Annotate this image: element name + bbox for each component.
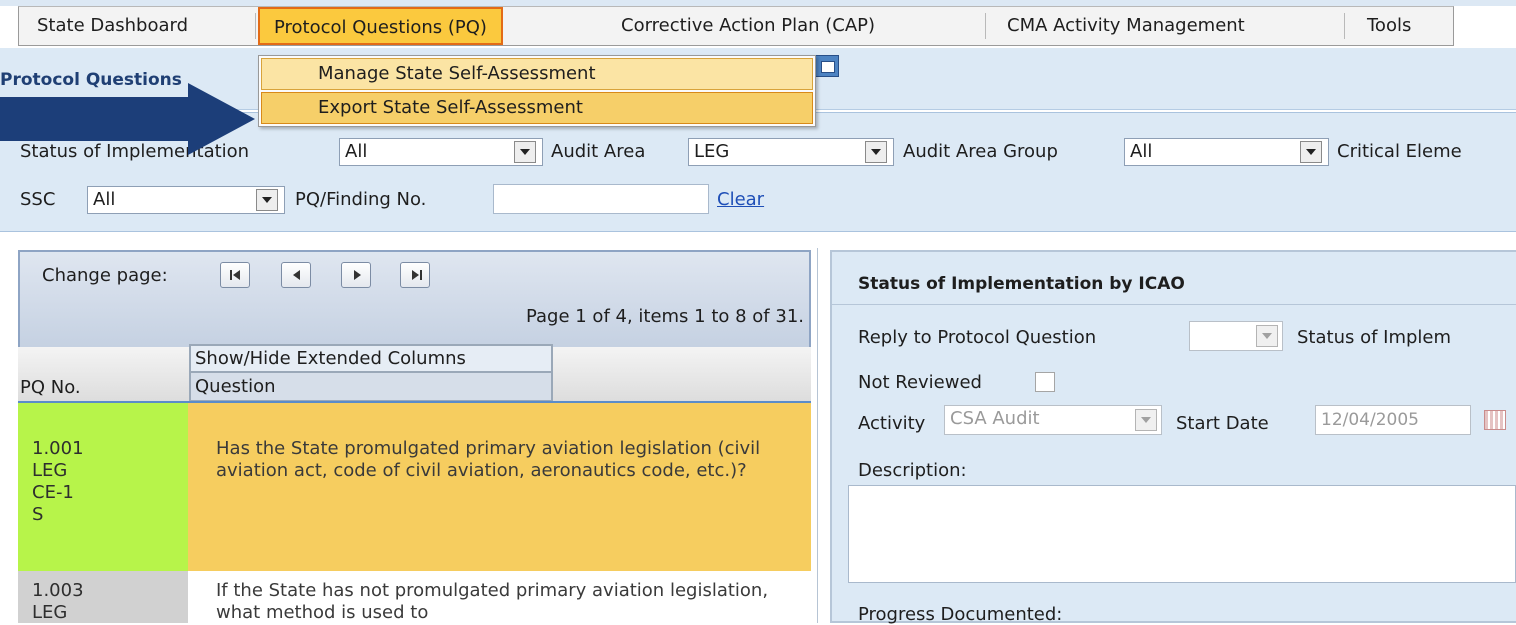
ssc-select[interactable]: All: [87, 186, 285, 214]
description-textarea[interactable]: [848, 485, 1516, 583]
next-page-button[interactable]: [341, 262, 371, 288]
pager-summary: Page 1 of 4, items 1 to 8 of 31.: [525, 306, 804, 327]
last-page-icon: [412, 270, 422, 280]
first-page-icon: [230, 270, 240, 280]
main-menu-bar: State Dashboard Protocol Questions (PQ) …: [18, 6, 1454, 46]
ssc-value: All: [93, 189, 116, 210]
detail-divider: [832, 304, 1516, 305]
show-hide-extended-columns-button[interactable]: Show/Hide Extended Columns: [189, 344, 553, 373]
pq-number: 1.001: [32, 438, 84, 459]
audit-area-label: Audit Area: [551, 141, 646, 162]
first-page-button[interactable]: [220, 262, 250, 288]
pq-question-text: If the State has not promulgated primary…: [216, 580, 769, 623]
export-self-assessment-item[interactable]: Export State Self-Assessment: [261, 92, 813, 124]
audit-area-select[interactable]: LEG: [688, 138, 894, 166]
arrow-pointer: [0, 83, 255, 155]
calendar-icon[interactable]: [1484, 410, 1506, 430]
reply-select[interactable]: [1189, 321, 1283, 351]
pq-critical-element: CE-1: [32, 482, 74, 503]
activity-value: CSA Audit: [950, 408, 1040, 429]
menu-separator: [1344, 13, 1345, 39]
critical-element-label: Critical Eleme: [1337, 141, 1462, 162]
menu-protocol-questions[interactable]: Protocol Questions (PQ): [258, 7, 503, 45]
manage-self-assessment-item[interactable]: Manage State Self-Assessment: [261, 58, 813, 90]
menu-separator: [985, 13, 986, 39]
pq-status: S: [32, 504, 44, 525]
change-page-label: Change page:: [42, 265, 168, 286]
start-date-label: Start Date: [1176, 413, 1269, 434]
column-header-question[interactable]: Question: [189, 373, 553, 402]
pq-audit-area: LEG: [32, 602, 68, 623]
detail-title: Status of Implementation by ICAO: [858, 274, 1185, 294]
table-row-question-cell[interactable]: [188, 403, 811, 571]
not-reviewed-label: Not Reviewed: [858, 372, 982, 393]
status-of-implementation-value: All: [345, 141, 368, 162]
audit-area-group-label: Audit Area Group: [903, 141, 1058, 162]
pq-finding-input[interactable]: [493, 184, 709, 214]
last-page-button[interactable]: [400, 262, 430, 288]
menu-corrective-action-plan[interactable]: Corrective Action Plan (CAP): [607, 7, 889, 45]
pq-question-text: Has the State promulgated primary aviati…: [216, 438, 761, 481]
description-label: Description:: [858, 460, 967, 481]
chevron-down-icon[interactable]: [514, 141, 536, 163]
chevron-down-icon[interactable]: [1256, 325, 1278, 347]
pq-number: 1.003: [32, 580, 84, 601]
audit-area-group-value: All: [1130, 141, 1153, 162]
audit-area-value: LEG: [694, 141, 730, 162]
chevron-down-icon[interactable]: [1300, 141, 1322, 163]
clear-link[interactable]: Clear: [717, 189, 764, 210]
pq-audit-area: LEG: [32, 460, 68, 481]
next-page-icon: [354, 270, 361, 280]
menu-state-dashboard[interactable]: State Dashboard: [23, 7, 202, 45]
pq-finding-label: PQ/Finding No.: [295, 189, 427, 210]
start-date-input[interactable]: 12/04/2005: [1315, 405, 1471, 435]
activity-select[interactable]: CSA Audit: [944, 405, 1162, 435]
progress-documented-label: Progress Documented:: [858, 604, 1063, 625]
pq-dropdown-menu: Manage State Self-Assessment Export Stat…: [258, 55, 816, 127]
chevron-down-icon[interactable]: [256, 189, 278, 211]
prev-page-button[interactable]: [281, 262, 311, 288]
audit-area-group-select[interactable]: All: [1124, 138, 1329, 166]
menu-tools[interactable]: Tools: [1353, 7, 1425, 45]
status-of-implementation-select[interactable]: All: [339, 138, 543, 166]
start-date-value: 12/04/2005: [1321, 410, 1419, 430]
column-header-pq-no[interactable]: PQ No.: [20, 377, 81, 398]
menu-separator: [255, 13, 256, 39]
prev-page-icon: [293, 270, 300, 280]
not-reviewed-checkbox[interactable]: [1035, 372, 1055, 392]
status-of-implementation-detail-label: Status of Implem: [1297, 327, 1452, 348]
maximize-window-icon[interactable]: [815, 55, 839, 77]
menu-cma-activity-management[interactable]: CMA Activity Management: [993, 7, 1259, 45]
activity-label: Activity: [858, 413, 926, 434]
ssc-label: SSC: [20, 189, 56, 210]
reply-label: Reply to Protocol Question: [858, 327, 1097, 348]
chevron-down-icon[interactable]: [1135, 409, 1157, 431]
chevron-down-icon[interactable]: [865, 141, 887, 163]
